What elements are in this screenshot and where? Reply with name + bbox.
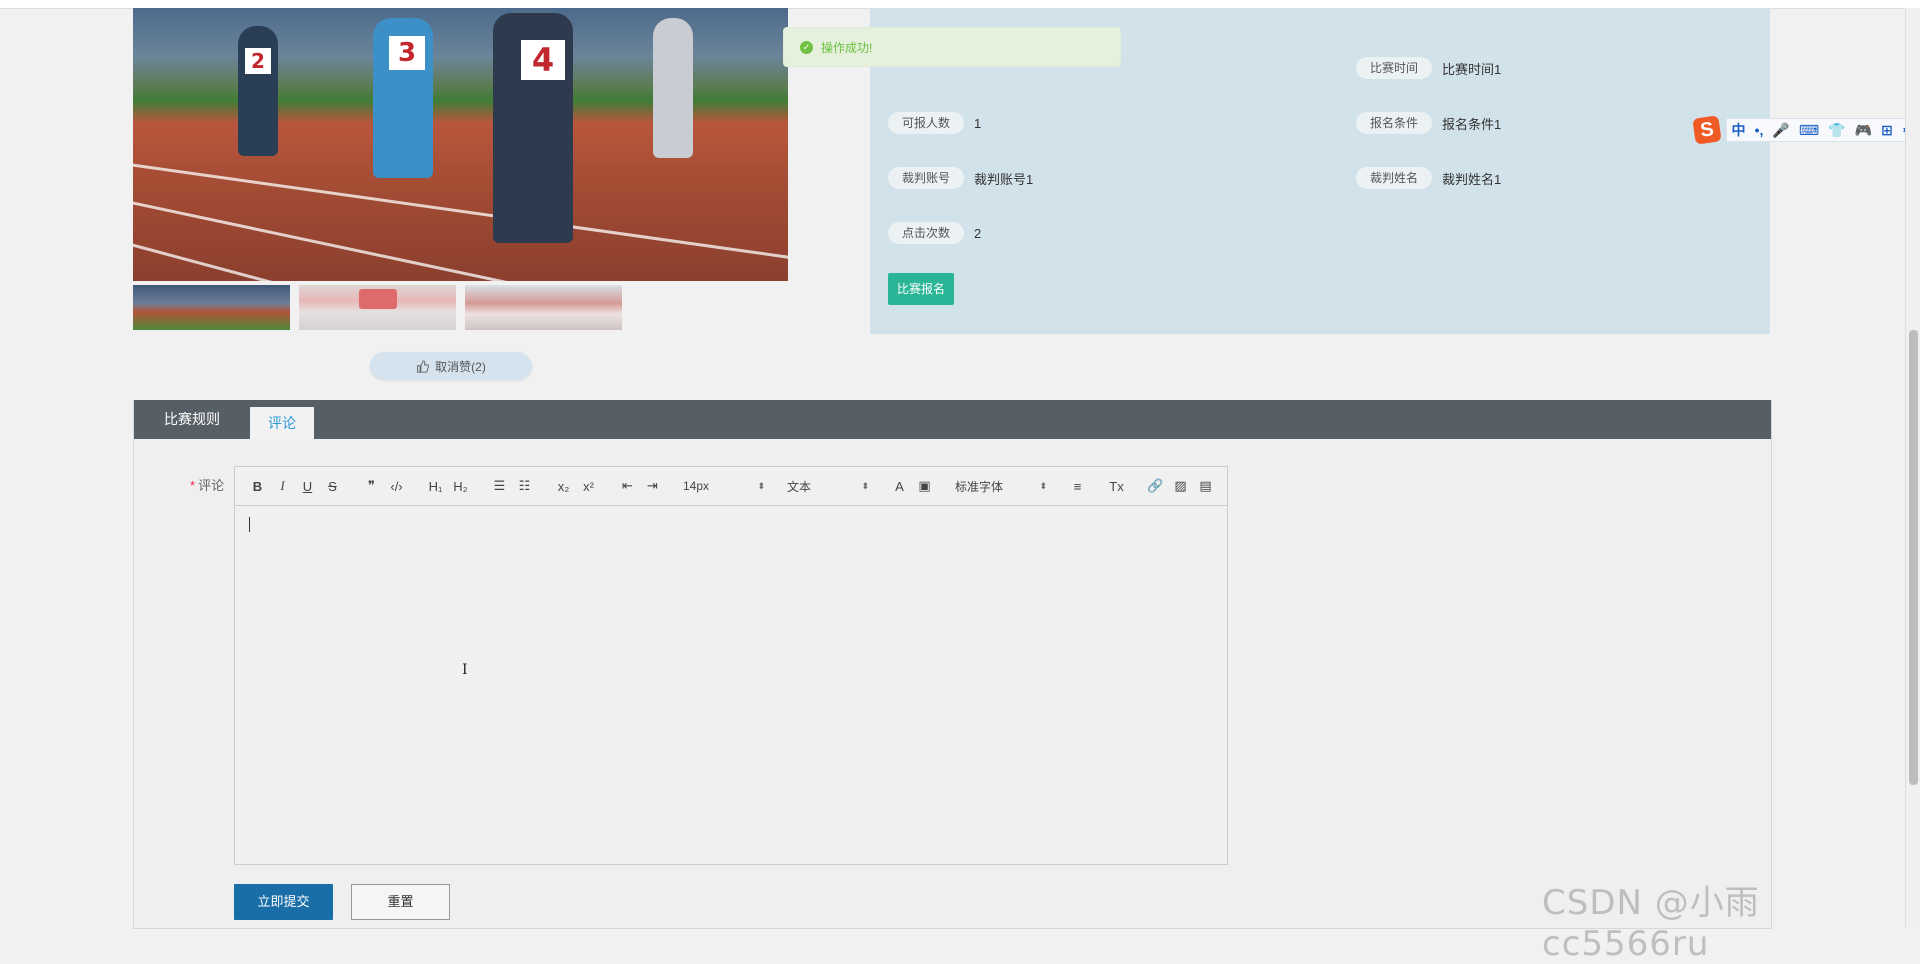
comment-label-text: 评论: [198, 478, 225, 493]
submit-button[interactable]: 立即提交: [234, 884, 333, 920]
info-value: 裁判账号1: [974, 171, 1034, 187]
info-row: 裁判账号 裁判账号1: [888, 167, 1033, 189]
info-value: 报名条件1: [1442, 116, 1502, 132]
chevron-updown-icon: ⬍: [1039, 480, 1047, 491]
link-icon[interactable]: 🔗: [1143, 478, 1168, 494]
reset-button[interactable]: 重置: [351, 884, 450, 920]
main-photo: 2 3 4: [133, 8, 788, 281]
header-select[interactable]: 文本 ⬍: [783, 478, 873, 495]
ime-game-icon[interactable]: 🎮: [1855, 122, 1872, 139]
thumbnail-strip: [133, 285, 622, 330]
info-label: 裁判账号: [888, 167, 965, 189]
editor-content[interactable]: I: [235, 506, 1227, 864]
ime-bar: 中 •, 🎤 ⌨ 👕 🎮 ⊞ ⚙: [1726, 118, 1920, 142]
header-value: 文本: [787, 479, 812, 494]
page-scrollbar[interactable]: [1905, 8, 1920, 928]
ime-skin-icon[interactable]: 👕: [1828, 122, 1845, 139]
info-label: 报名条件: [1356, 112, 1433, 134]
quote-icon[interactable]: ❞: [359, 478, 384, 494]
unlike-label: 取消赞(2): [435, 359, 486, 374]
indent-icon[interactable]: ⇥: [640, 478, 665, 494]
runner-bib: 4: [521, 40, 565, 80]
background-color-icon[interactable]: ▣: [912, 478, 937, 494]
check-circle-icon: ✓: [800, 40, 813, 54]
chevron-updown-icon: ⬍: [757, 480, 765, 491]
info-value: 比赛时间1: [1442, 61, 1502, 77]
tabs-header: 比赛规则 评论: [134, 400, 1771, 439]
font-size-select[interactable]: 14px ⬍: [679, 479, 769, 493]
bold-icon[interactable]: B: [245, 479, 270, 494]
success-toast: ✓ 操作成功!: [783, 27, 1121, 67]
font-family-value: 标准字体: [955, 479, 1004, 494]
tab-comments[interactable]: 评论: [250, 407, 314, 439]
thumbs-up-icon: [417, 359, 430, 373]
ime-keyboard-icon[interactable]: ⌨: [1799, 122, 1819, 139]
ime-toolbar: S 中 •, 🎤 ⌨ 👕 🎮 ⊞ ⚙: [1692, 115, 1920, 145]
tabs-section: 比赛规则 评论 * 评论 B I U S ❞ ‹/› H₁ H₂ ☰ ☷ x₂ x…: [133, 400, 1772, 929]
strike-icon[interactable]: S: [320, 479, 345, 494]
info-value: 1: [974, 115, 982, 131]
thumbnail-1[interactable]: [133, 285, 290, 330]
info-row: 点击次数 2: [888, 222, 981, 244]
signup-button[interactable]: 比赛报名: [888, 273, 955, 305]
text-caret: [249, 517, 250, 532]
code-icon[interactable]: ‹/›: [384, 479, 409, 494]
subscript-icon[interactable]: x₂: [551, 479, 576, 494]
info-row: 报名条件 报名条件1: [1356, 112, 1501, 134]
watermark: CSDN @小雨cc5566ru: [1542, 883, 1760, 964]
ordered-list-icon[interactable]: ☰: [487, 478, 512, 494]
outdent-icon[interactable]: ⇤: [615, 478, 640, 494]
h1-icon[interactable]: H₁: [423, 479, 448, 494]
info-label: 点击次数: [888, 222, 965, 244]
ime-lang-icon[interactable]: 中: [1732, 120, 1746, 140]
tab-rules[interactable]: 比赛规则: [134, 400, 250, 439]
text-color-icon[interactable]: A: [887, 479, 912, 494]
info-row: 比赛时间 比赛时间1: [1356, 57, 1501, 79]
runner-bib: 3: [389, 36, 425, 70]
font-family-select[interactable]: 标准字体 ⬍: [951, 478, 1051, 495]
h2-icon[interactable]: H₂: [448, 479, 473, 494]
align-icon[interactable]: ≡: [1065, 479, 1090, 494]
comment-label: * 评论: [190, 475, 224, 494]
unlike-button[interactable]: 取消赞(2): [370, 352, 532, 380]
ime-apps-icon[interactable]: ⊞: [1881, 122, 1893, 139]
info-value: 裁判姓名1: [1442, 171, 1502, 187]
info-label: 可报人数: [888, 112, 965, 134]
thumbnail-3[interactable]: [465, 285, 622, 330]
rich-text-editor: B I U S ❞ ‹/› H₁ H₂ ☰ ☷ x₂ x² ⇤ ⇥ 14px ⬍: [234, 466, 1228, 865]
runner-bib: 2: [245, 48, 271, 74]
ibeam-cursor-icon: I: [462, 662, 468, 678]
info-label: 裁判姓名: [1356, 167, 1433, 189]
editor-toolbar: B I U S ❞ ‹/› H₁ H₂ ☰ ☷ x₂ x² ⇤ ⇥ 14px ⬍: [235, 467, 1227, 506]
toast-message: 操作成功!: [821, 40, 873, 55]
ime-voice-icon[interactable]: 🎤: [1772, 122, 1789, 139]
thumbnail-2[interactable]: [299, 285, 456, 330]
superscript-icon[interactable]: x²: [576, 479, 601, 494]
info-row: 可报人数 1: [888, 112, 981, 134]
info-value: 2: [974, 225, 982, 241]
info-label: 比赛时间: [1356, 57, 1433, 79]
clear-format-icon[interactable]: Tx: [1104, 479, 1129, 494]
required-mark: *: [190, 478, 196, 493]
bullet-list-icon[interactable]: ☷: [512, 478, 537, 494]
video-icon[interactable]: ▤: [1193, 478, 1218, 494]
image-icon[interactable]: ▨: [1168, 478, 1193, 494]
sogou-logo-icon[interactable]: S: [1692, 115, 1722, 145]
scrollbar-thumb[interactable]: [1909, 330, 1918, 785]
font-size-value: 14px: [683, 479, 710, 493]
chevron-updown-icon: ⬍: [861, 480, 869, 491]
ime-punct-icon[interactable]: •,: [1755, 122, 1764, 138]
info-row: 裁判姓名 裁判姓名1: [1356, 167, 1501, 189]
italic-icon[interactable]: I: [270, 478, 295, 494]
underline-icon[interactable]: U: [295, 479, 320, 494]
